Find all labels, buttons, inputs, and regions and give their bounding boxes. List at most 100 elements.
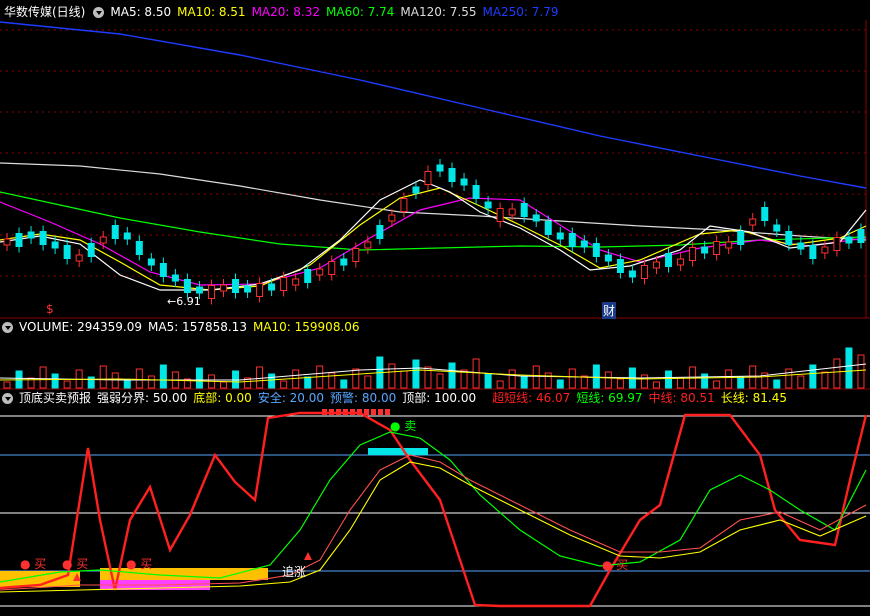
volume-bar — [496, 380, 504, 389]
candlestick — [604, 254, 612, 262]
stock-title[interactable]: 华数传媒(日线) — [4, 4, 85, 20]
low-price-label: ←6.91 — [167, 295, 201, 308]
candlestick — [352, 248, 360, 262]
volume-bar — [268, 373, 276, 389]
volume-bar — [640, 374, 648, 389]
volume-bar — [159, 364, 167, 389]
candlestick — [785, 231, 793, 245]
candlestick — [640, 265, 648, 279]
volume-bar — [821, 371, 829, 389]
volume-bar — [532, 365, 540, 389]
candlestick — [496, 208, 504, 222]
candlestick — [63, 245, 71, 259]
cai-mark: 财 — [602, 302, 617, 319]
volume-bar — [568, 368, 576, 389]
volume-bar — [544, 372, 552, 389]
candlestick — [268, 283, 276, 291]
volume-bar — [665, 370, 673, 389]
buy-signal-2: ● 买 — [62, 557, 89, 571]
candlestick — [713, 241, 721, 255]
candlestick — [749, 218, 757, 226]
candlestick — [653, 261, 660, 269]
volume-bar — [436, 373, 444, 389]
volume-bar — [340, 379, 348, 389]
ma5-value: MA5: 8.50 — [110, 5, 172, 19]
volume-bar — [51, 373, 59, 389]
candlestick — [424, 171, 432, 185]
candlestick — [232, 279, 240, 293]
candlestick — [857, 229, 865, 243]
buy-signal-1: ● 买 — [20, 557, 47, 571]
candlestick — [809, 245, 817, 259]
sell-signal: ● 卖 — [390, 419, 417, 433]
ma60-value: MA60: 7.74 — [326, 5, 395, 19]
candlestick — [761, 207, 769, 221]
ma250-value: MA250: 7.79 — [482, 5, 559, 19]
chase-up-label: 追涨 — [282, 565, 307, 579]
candlestick — [689, 247, 697, 261]
candlestick — [75, 254, 83, 262]
candlestick — [376, 225, 384, 239]
volume-bar — [123, 379, 131, 389]
volume-bar — [111, 372, 119, 389]
ma20-value: MA20: 8.32 — [251, 5, 320, 19]
candlestick — [135, 241, 143, 255]
candlestick — [592, 243, 600, 257]
volume-bar — [785, 368, 793, 389]
candlestick — [364, 241, 372, 249]
volume-panel-header: VOLUME: 294359.09 MA5: 157858.13 MA10: 1… — [0, 319, 366, 335]
candlestick — [195, 286, 203, 294]
candlestick — [665, 253, 673, 267]
volume-bar — [857, 354, 865, 389]
short-line-value: 短线: 69.97 — [576, 391, 643, 405]
volume-bar — [292, 369, 300, 389]
candlestick — [400, 198, 408, 212]
volume-bar — [63, 380, 71, 389]
candlestick — [436, 164, 444, 172]
candlestick — [544, 221, 552, 235]
indicator-menu-icon[interactable] — [93, 6, 105, 18]
volume-bar — [701, 373, 709, 389]
candlestick — [3, 238, 11, 246]
candlestick — [244, 285, 252, 293]
buy-signal-4: ● 买 — [602, 558, 629, 572]
strength-divider-value: 强弱分界: 50.00 — [97, 391, 188, 405]
candlestick — [821, 246, 829, 254]
chase-arrow-icon — [304, 552, 312, 560]
top-zone-bar — [368, 448, 428, 455]
warning-value: 预警: 80.00 — [330, 391, 397, 405]
candlestick — [520, 203, 528, 217]
volume-bar — [3, 381, 11, 389]
long-line-value: 长线: 81.45 — [720, 391, 787, 405]
volume-bar — [809, 364, 817, 389]
candlestick — [773, 224, 781, 232]
volume-bar — [845, 347, 853, 389]
volume-bar — [677, 377, 685, 389]
volume-bar — [232, 370, 240, 389]
candlestick — [484, 201, 492, 209]
volume-bar — [388, 363, 396, 389]
volume-bar — [448, 362, 456, 389]
volume-menu-icon[interactable] — [2, 321, 13, 333]
candlestick — [280, 277, 288, 291]
volume-bar — [412, 359, 420, 389]
volume-bar — [400, 370, 408, 389]
top-warning-tick — [371, 409, 376, 415]
candlestick — [677, 258, 685, 266]
indicator-panel-menu-icon[interactable] — [2, 392, 13, 404]
volume-bar — [135, 368, 143, 389]
stock-chart-canvas[interactable] — [0, 0, 870, 616]
volume-bar — [713, 380, 721, 389]
candlestick — [460, 178, 468, 186]
candlestick — [292, 278, 300, 286]
volume-bar — [220, 381, 227, 389]
indicator-name[interactable]: 顶底买卖预报 — [19, 390, 91, 406]
candlestick — [207, 285, 215, 299]
candlestick — [220, 284, 227, 292]
ma120-value: MA120: 7.55 — [400, 5, 477, 19]
top-warning-tick — [378, 409, 383, 415]
volume-bar — [653, 381, 660, 389]
volume-bar — [280, 380, 288, 389]
candlestick — [628, 270, 636, 278]
volume-bar — [87, 376, 95, 389]
